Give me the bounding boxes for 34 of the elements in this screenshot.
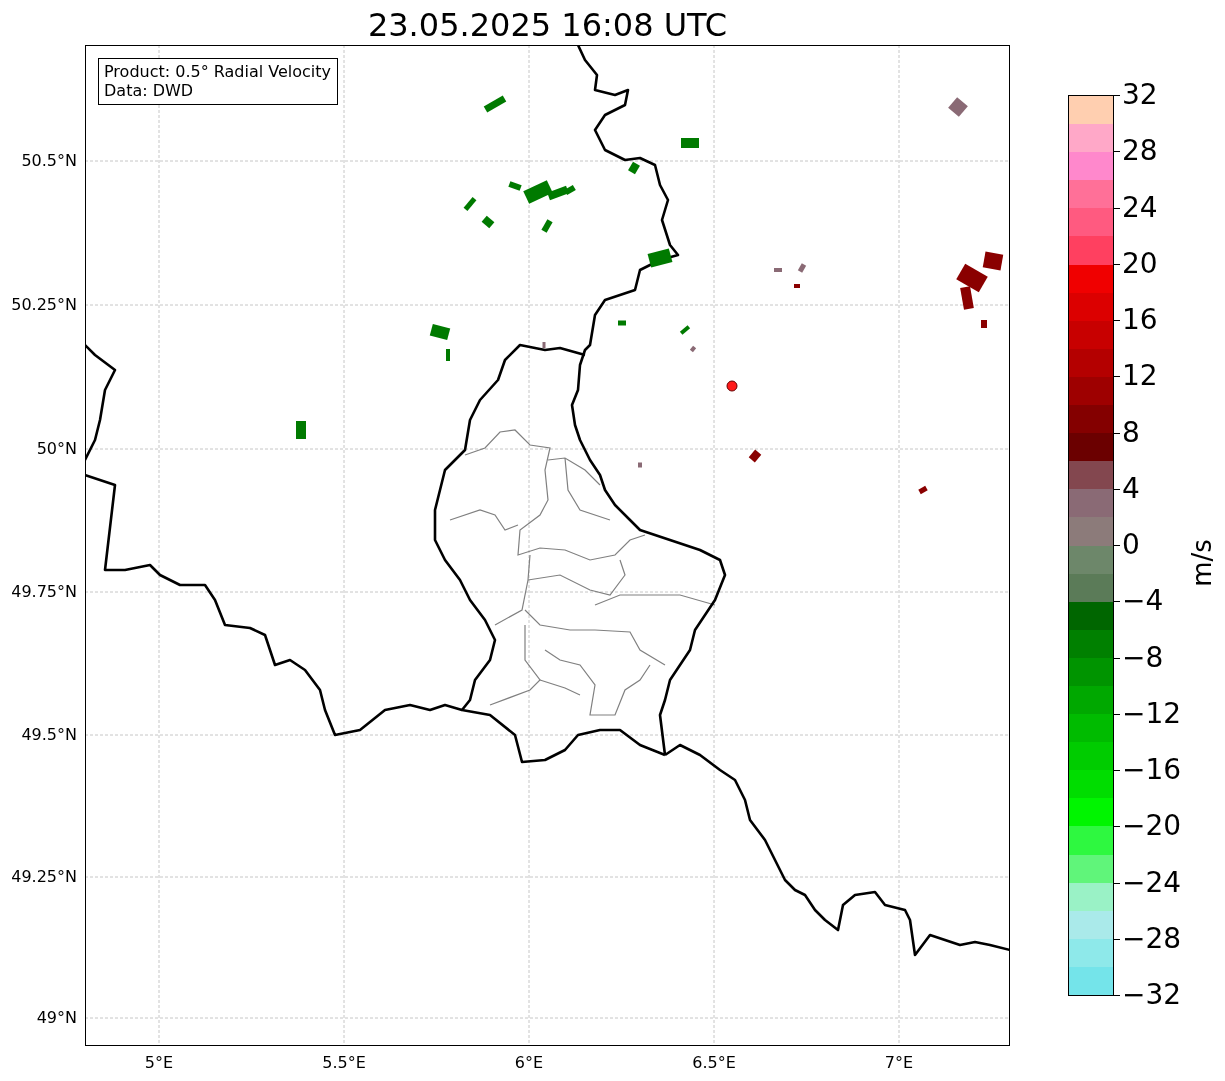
- colorbar-label: −20: [1122, 811, 1182, 842]
- latitude-label: 49°N: [36, 1009, 77, 1027]
- colorbar-label: −8: [1122, 642, 1164, 673]
- colorbar-label: 28: [1122, 136, 1158, 167]
- colorbar-label: −24: [1122, 867, 1182, 898]
- latitude-label: 49.5°N: [21, 726, 77, 744]
- colorbar-label: −28: [1122, 923, 1182, 954]
- colorbar-label: −32: [1122, 980, 1182, 1010]
- info-text: Product: 0.5° Radial Velocity: [104, 62, 332, 81]
- longitude-label: 5.5°E: [322, 1053, 366, 1072]
- latitude-label: 50.5°N: [21, 152, 77, 170]
- longitude-label: 6.5°E: [692, 1053, 736, 1072]
- colorbar-label: 12: [1122, 361, 1158, 392]
- colorbar-label: −16: [1122, 755, 1182, 785]
- latitude-label: 50°N: [36, 440, 77, 458]
- colorbar-label: 4: [1122, 473, 1140, 504]
- colorbar-label: 8: [1122, 417, 1140, 448]
- colorbar-label: 20: [1122, 248, 1158, 279]
- colorbar-label: −12: [1122, 698, 1182, 729]
- latitude-label: 49.25°N: [11, 868, 77, 886]
- longitude-label: 6°E: [514, 1053, 544, 1072]
- latitude-label: 50.25°N: [11, 296, 77, 314]
- chart-title: 23.05.2025 16:08 UTC: [366, 5, 729, 45]
- colorbar-label: 32: [1122, 80, 1158, 110]
- latitude-label: 49.75°N: [11, 583, 77, 601]
- colorbar-unit: m/s: [1186, 539, 1217, 587]
- colorbar-label: 0: [1122, 530, 1140, 560]
- colorbar-label: 16: [1122, 305, 1158, 335]
- colorbar-label: 24: [1122, 192, 1158, 223]
- longitude-label: 7°E: [884, 1053, 914, 1072]
- info-text: Data: DWD: [104, 81, 195, 100]
- colorbar-label: −4: [1122, 586, 1164, 617]
- longitude-label: 5°E: [144, 1053, 174, 1072]
- radar-site-marker: [726, 380, 738, 392]
